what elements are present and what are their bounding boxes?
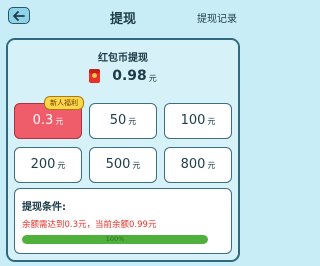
amount-unit: 元 [132,161,141,170]
amount-option-1[interactable]: 50 元 [89,103,157,139]
amount-value: 800 [180,157,206,172]
amount-option-2[interactable]: 100 元 [164,103,232,139]
red-envelope-icon [89,69,101,83]
amount-unit: 元 [55,117,64,126]
balance-row: 0.98 元 [8,68,238,84]
amount-value: 100 [180,113,206,128]
balance-unit: 元 [148,73,157,83]
withdraw-record-link[interactable]: 提现记录 [197,10,237,25]
amount-value: 500 [105,157,131,172]
panel-body: 红包币提现 0.98 元 新人福利 0.3 元 50 元 100 元 200 元 500… [8,40,238,260]
amount-value: 50 [109,113,127,128]
withdraw-conditions: 提现条件: 余额需达到0.3元，当前余额0.99元 100% [14,188,232,254]
withdraw-panel: 红包币提现 0.98 元 新人福利 0.3 元 50 元 100 元 200 元 500… [6,38,240,262]
amount-option-5[interactable]: 800 元 [164,147,232,183]
header: 提现 提现记录 [0,0,246,34]
progress-bar: 100% [22,235,208,244]
amount-unit: 元 [57,161,66,170]
amount-unit: 元 [207,161,216,170]
amount-unit: 元 [128,117,137,126]
amount-option-4[interactable]: 500 元 [89,147,157,183]
amount-value: 0.3 [32,113,54,128]
newcomer-badge: 新人福利 [44,96,84,110]
amount-option-3[interactable]: 200 元 [14,147,82,183]
conditions-text: 余额需达到0.3元，当前余额0.99元 [22,220,157,230]
amount-unit: 元 [207,117,216,126]
balance-title: 红包币提现 [98,53,148,64]
amount-value: 200 [30,157,56,172]
balance-value: 0.98 [112,68,147,84]
conditions-title: 提现条件: [22,202,66,213]
progress-label: 100% [105,235,125,243]
